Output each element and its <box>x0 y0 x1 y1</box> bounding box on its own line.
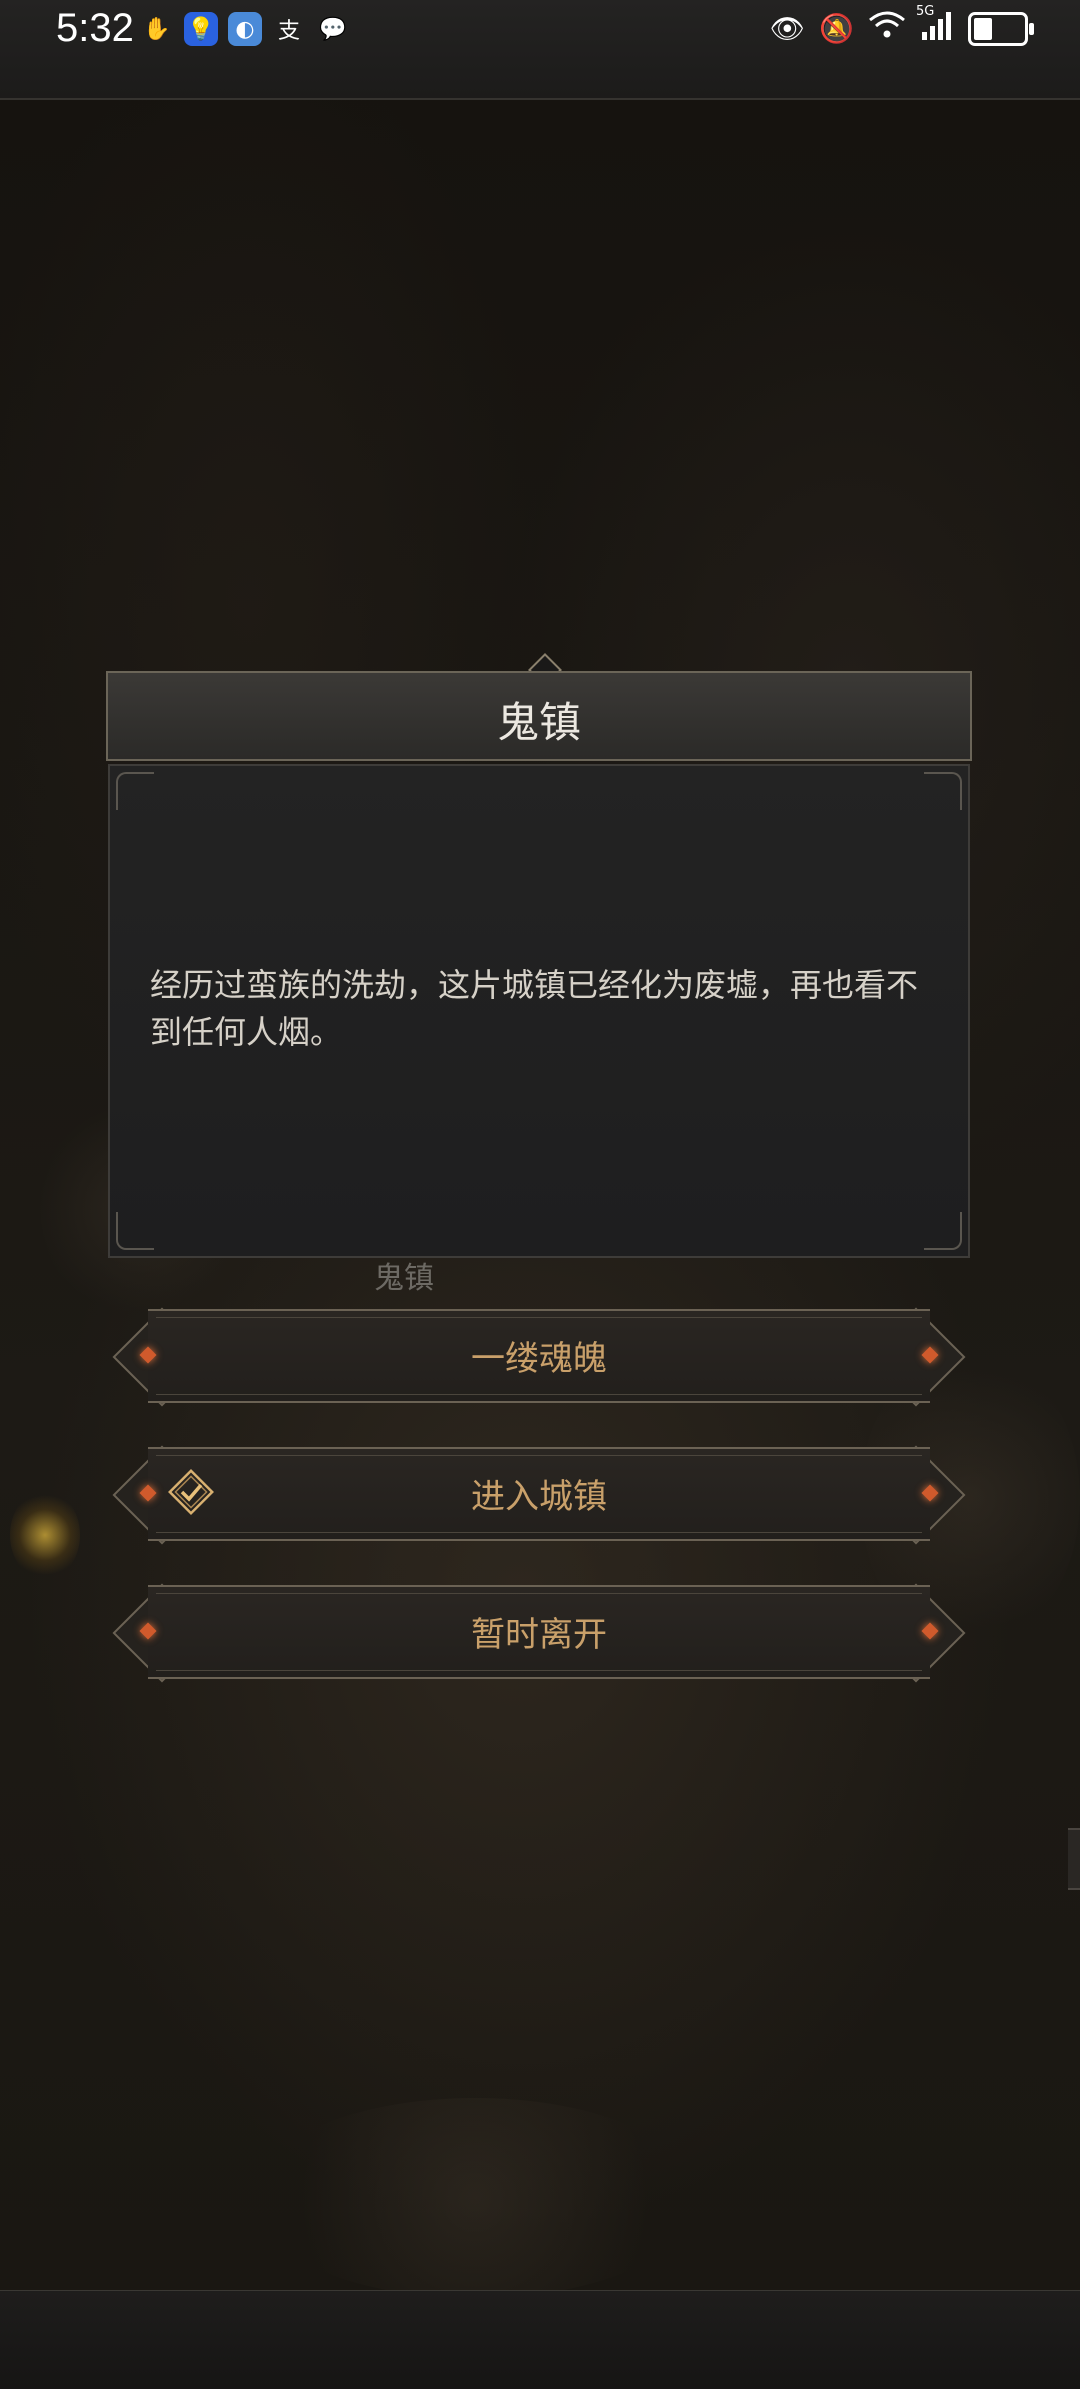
status-time: 5:32 <box>56 6 134 50</box>
app-icon: ◐ <box>228 12 262 46</box>
wifi-icon <box>868 10 906 47</box>
option-label: 一缕魂魄 <box>471 1339 607 1379</box>
eye-icon: 👁 <box>769 12 806 45</box>
lightbulb-icon: 💡 <box>184 12 218 46</box>
dialog-header: 鬼镇 <box>106 671 972 761</box>
option-button-enter-town[interactable]: 进入城镇 <box>112 1445 966 1545</box>
dialog-description: 经历过蛮族的洗劫，这片城镇已经化为废墟，再也看不到任何人烟。 <box>150 966 919 1051</box>
option-button-leave[interactable]: 暂时离开 <box>112 1583 966 1683</box>
option-label: 进入城镇 <box>471 1477 607 1517</box>
hand-icon: ✋ <box>143 16 171 42</box>
option-label: 暂时离开 <box>471 1615 607 1655</box>
signal-icon: 5G <box>916 4 954 47</box>
network-type: 5G <box>916 4 935 19</box>
status-bar: 5:32 ✋ 💡 ◐ 支 💬 👁 🔕 5G <box>0 0 1080 100</box>
dialog-title: 鬼镇 <box>496 698 581 747</box>
chat-bubble-icon: 💬 <box>319 16 347 42</box>
torch-light <box>10 1490 80 1580</box>
location-label: 鬼镇 <box>374 1261 434 1296</box>
battery-icon <box>968 11 1034 46</box>
dialog-body: 经历过蛮族的洗劫，这片城镇已经化为废墟，再也看不到任何人烟。 <box>108 764 970 1258</box>
side-tab[interactable] <box>1068 1828 1080 1890</box>
bell-muted-icon: 🔕 <box>819 12 854 45</box>
option-button-soul[interactable]: 一缕魂魄 <box>112 1307 966 1407</box>
bottom-bar <box>0 2290 1080 2389</box>
alipay-icon: 支 <box>277 19 300 44</box>
